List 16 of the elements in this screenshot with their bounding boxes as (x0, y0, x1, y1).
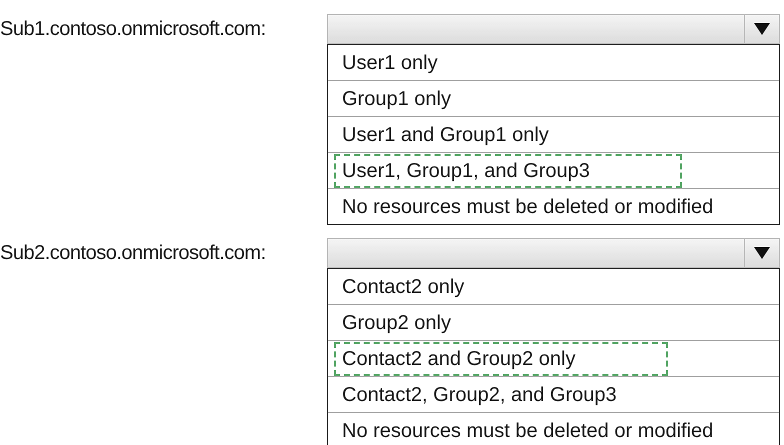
question-label: Sub2.contoso.onmicrosoft.com: (0, 241, 267, 266)
caret-icon (754, 247, 770, 259)
dropdown-option[interactable]: Contact2 only (334, 270, 474, 304)
dropdown-option[interactable]: Contact2, Group2, and Group3 (334, 378, 627, 412)
dropdown-header[interactable] (327, 238, 780, 268)
caret-icon (754, 23, 770, 35)
dropdown-option[interactable]: User1 only (334, 46, 448, 80)
dropdown-option[interactable]: No resources must be deleted or modified (334, 190, 724, 224)
dropdown-option[interactable]: User1, Group1, and Group3 (334, 154, 682, 188)
dropdown-option[interactable]: Group2 only (334, 306, 461, 340)
dropdown-option[interactable]: Group1 only (334, 82, 461, 116)
dropdown-option[interactable]: User1 and Group1 only (334, 118, 559, 152)
dropdown-option[interactable]: No resources must be deleted or modified (334, 414, 724, 445)
question-label: Sub1.contoso.onmicrosoft.com: (0, 17, 267, 42)
dropdown-header[interactable] (327, 14, 780, 44)
dropdown-option[interactable]: Contact2 and Group2 only (334, 342, 668, 376)
